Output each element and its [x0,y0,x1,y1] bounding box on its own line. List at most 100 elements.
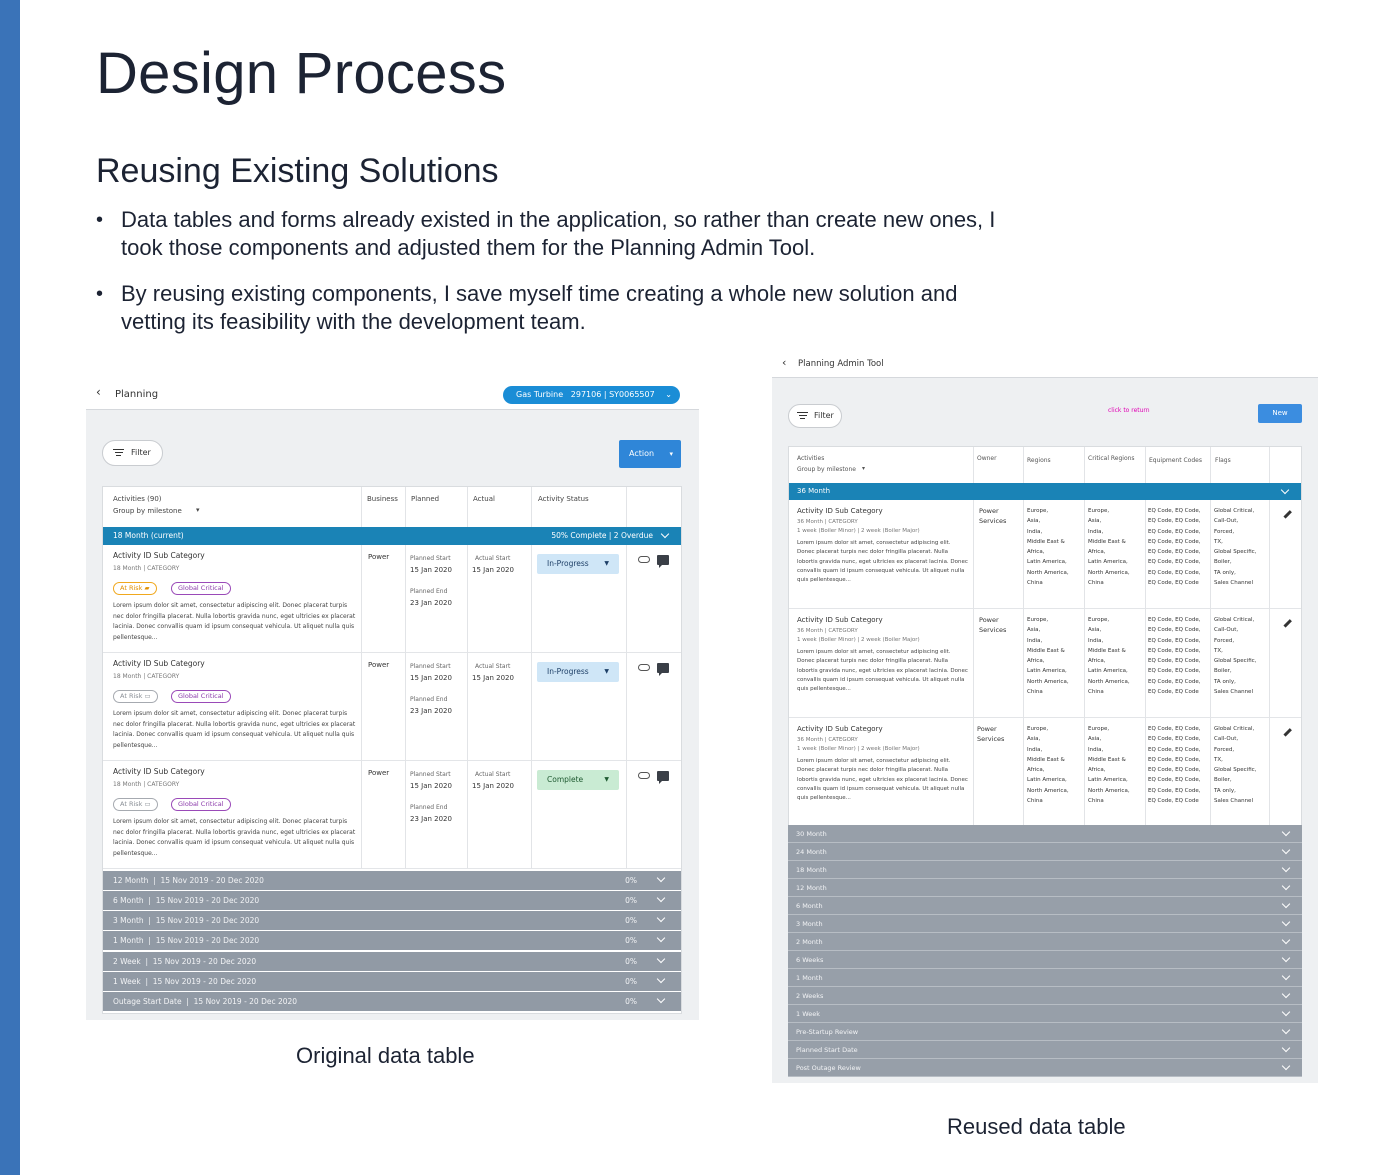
region-item: Europe, [1027,508,1049,514]
milestone-group-collapsed[interactable]: 3 Month [788,915,1302,933]
column-header-business[interactable]: Business [367,495,398,503]
milestone-group-collapsed[interactable]: Planned Start Date [788,1041,1302,1059]
milestone-group-collapsed[interactable]: 2 Month [788,933,1302,951]
link-icon[interactable] [638,772,650,779]
activity-status-dropdown[interactable]: In-Progress ▼ [537,662,619,682]
flag-item: TA only, [1214,787,1236,794]
caret-down-icon: ▾ [196,506,200,514]
milestone-group-status: 50% Complete | 2 Overdue [551,531,653,540]
milestone-group-collapsed[interactable]: 2 Week | 15 Nov 2019 - 20 Dec 2020 0% [103,952,681,971]
column-header-actual[interactable]: Actual [473,495,495,503]
activity-name: Activity ID Sub Category [797,507,883,515]
link-icon[interactable] [638,556,650,563]
caret-down-icon: ▼ [604,668,609,675]
column-divider [973,500,974,609]
column-header-owner[interactable]: Owner [977,455,997,462]
action-button[interactable]: Action ▾ [619,440,681,468]
flag-item: Boiler, [1214,668,1232,675]
milestone-group-collapsed[interactable]: Post Outage Review [788,1059,1302,1077]
bullet-item: Data tables and forms already existed in… [96,206,1016,262]
milestone-group-collapsed[interactable]: Outage Start Date | 15 Nov 2019 - 20 Dec… [103,992,681,1011]
region-item: Africa, [1027,549,1045,556]
table-row[interactable]: Activity ID Sub Category 36 Month | CATE… [789,500,1301,609]
filter-button[interactable]: Filter [102,440,163,466]
table-row[interactable]: Activity ID Sub Category 36 Month | CATE… [789,718,1301,827]
column-divider [361,545,362,653]
equipment-code-item: EQ Code, EQ Code, [1148,538,1201,545]
caption-original: Original data table [296,1043,475,1068]
milestone-group-label: 3 Month [796,920,823,928]
milestone-group-collapsed[interactable]: 3 Month | 15 Nov 2019 - 20 Dec 2020 0% [103,911,681,930]
milestone-group-current[interactable]: 18 Month (current) 50% Complete | 2 Over… [103,527,681,545]
milestone-group-collapsed[interactable]: 30 Month [788,825,1302,843]
milestone-group-current[interactable]: 36 Month [789,483,1301,500]
table-row[interactable]: Activity ID Sub Category 36 Month | CATE… [789,609,1301,718]
milestone-group-collapsed[interactable]: 12 Month | 15 Nov 2019 - 20 Dec 2020 0% [103,871,681,890]
milestone-group-collapsed[interactable]: 24 Month [788,843,1302,861]
comment-icon[interactable] [657,555,669,568]
milestone-group-collapsed[interactable]: 6 Weeks [788,951,1302,969]
global-critical-badge: Global Critical [171,690,231,703]
group-by-dropdown[interactable]: Group by milestone [797,466,856,473]
column-header-planned[interactable]: Planned [411,495,439,503]
column-header-flags[interactable]: Flags [1215,457,1231,464]
milestone-group-percent: 0% [625,896,637,905]
pencil-icon[interactable] [1282,728,1292,738]
column-divider [1084,609,1085,718]
comment-icon[interactable] [657,771,669,784]
chevron-left-icon[interactable]: ‹ [96,385,101,399]
flags-cell: Global Critical, Call-Out, Forced, TX, Globa… [1214,615,1256,697]
link-icon[interactable] [638,664,650,671]
asset-selector[interactable]: Gas Turbine 297106 | SY0065507 ⌄ [503,386,680,404]
at-risk-toggle[interactable]: At Risk ▭ [113,690,158,703]
column-divider [405,487,406,527]
table-row[interactable]: Activity ID Sub Category 18 Month | CATE… [103,545,681,653]
column-divider [1145,447,1146,483]
slide-subtitle: Reusing Existing Solutions [96,152,499,190]
planned-start-label: Planned Start [410,555,451,562]
milestone-group-collapsed[interactable]: 6 Month [788,897,1302,915]
table-row[interactable]: Activity ID Sub Category 18 Month | CATE… [103,761,681,869]
column-header-equipment-codes[interactable]: Equipment Codes [1149,457,1202,464]
column-header-activity-status[interactable]: Activity Status [538,495,589,503]
flag-item: Call-Out, [1214,518,1239,525]
pencil-icon[interactable] [1282,510,1292,520]
equipment-code-item: EQ Code, EQ Code, [1148,647,1201,654]
milestone-group-collapsed[interactable]: 1 Week | 15 Nov 2019 - 20 Dec 2020 0% [103,972,681,991]
milestone-group-collapsed[interactable]: 2 Weeks [788,987,1302,1005]
flag-item: Global Specific, [1214,549,1257,556]
asset-selector-label: Gas Turbine 297106 | SY0065507 [516,390,655,399]
planned-start-value: 15 Jan 2020 [410,674,452,682]
activity-status-dropdown[interactable]: Complete ▼ [537,770,619,790]
column-divider [467,545,468,653]
milestone-group-collapsed[interactable]: 1 Month | 15 Nov 2019 - 20 Dec 2020 0% [103,931,681,950]
region-item: Europe, [1088,726,1110,732]
reused-table-screenshot: ‹ Planning Admin Tool Filter click to re… [772,352,1318,1083]
filter-button[interactable]: Filter [788,404,842,428]
new-button[interactable]: New [1258,404,1302,423]
region-item: Asia, [1088,627,1102,634]
milestone-group-collapsed[interactable]: 1 Month [788,969,1302,987]
chevron-down-icon [1281,1007,1291,1017]
at-risk-toggle[interactable]: At Risk ▰ [113,582,157,595]
table-row[interactable]: Activity ID Sub Category 18 Month | CATE… [103,653,681,761]
column-divider [1269,500,1270,609]
comment-icon[interactable] [657,663,669,676]
milestone-group-collapsed[interactable]: 12 Month [788,879,1302,897]
region-item: Africa, [1088,767,1106,774]
milestone-group-collapsed[interactable]: 1 Week [788,1005,1302,1023]
activity-category: 36 Month | CATEGORY [797,628,858,634]
group-by-dropdown[interactable]: Group by milestone [113,507,182,515]
region-item: Africa, [1027,767,1045,774]
activity-status-dropdown[interactable]: In-Progress ▼ [537,554,619,574]
pencil-icon[interactable] [1282,619,1292,629]
click-to-return-link[interactable]: click to return [1108,407,1150,414]
milestone-group-collapsed[interactable]: 18 Month [788,861,1302,879]
column-header-regions[interactable]: Regions [1027,457,1051,464]
at-risk-toggle[interactable]: At Risk ▭ [113,798,158,811]
milestone-group-collapsed[interactable]: Pre-Startup Review [788,1023,1302,1041]
milestone-group-collapsed[interactable]: 6 Month | 15 Nov 2019 - 20 Dec 2020 0% [103,891,681,910]
column-header-critical-regions[interactable]: Critical Regions [1088,455,1135,462]
chevron-left-icon[interactable]: ‹ [782,356,786,369]
activity-name: Activity ID Sub Category [797,725,883,733]
